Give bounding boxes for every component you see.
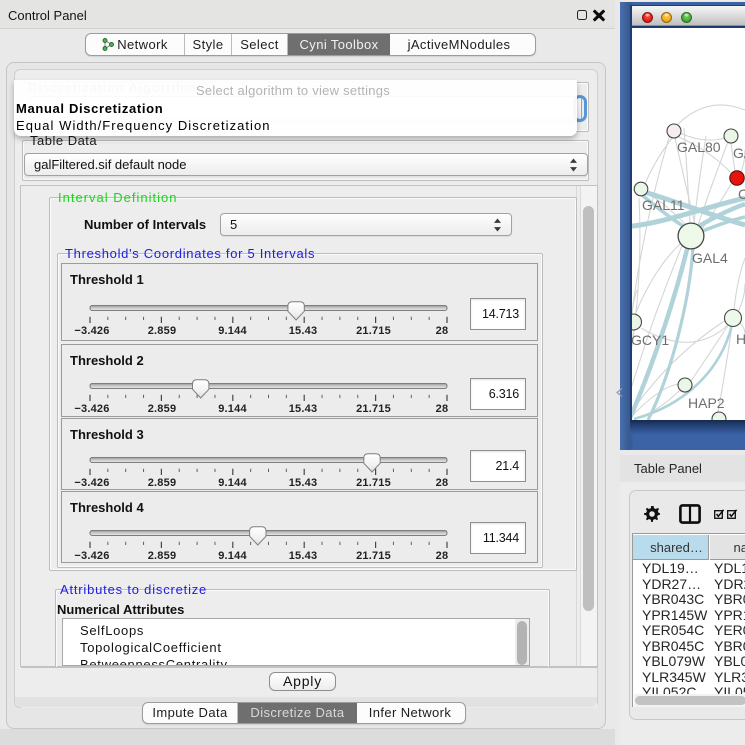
svg-text:GA: GA	[733, 145, 745, 161]
svg-text:GAL80: GAL80	[677, 139, 721, 155]
svg-text:GAL4: GAL4	[692, 250, 728, 266]
svg-text:C: C	[738, 186, 745, 202]
svg-text:GCY1: GCY1	[632, 332, 669, 348]
svg-text:HAP2: HAP2	[688, 395, 725, 411]
svg-text:GAL11: GAL11	[642, 197, 685, 213]
svg-text:H: H	[736, 331, 745, 347]
